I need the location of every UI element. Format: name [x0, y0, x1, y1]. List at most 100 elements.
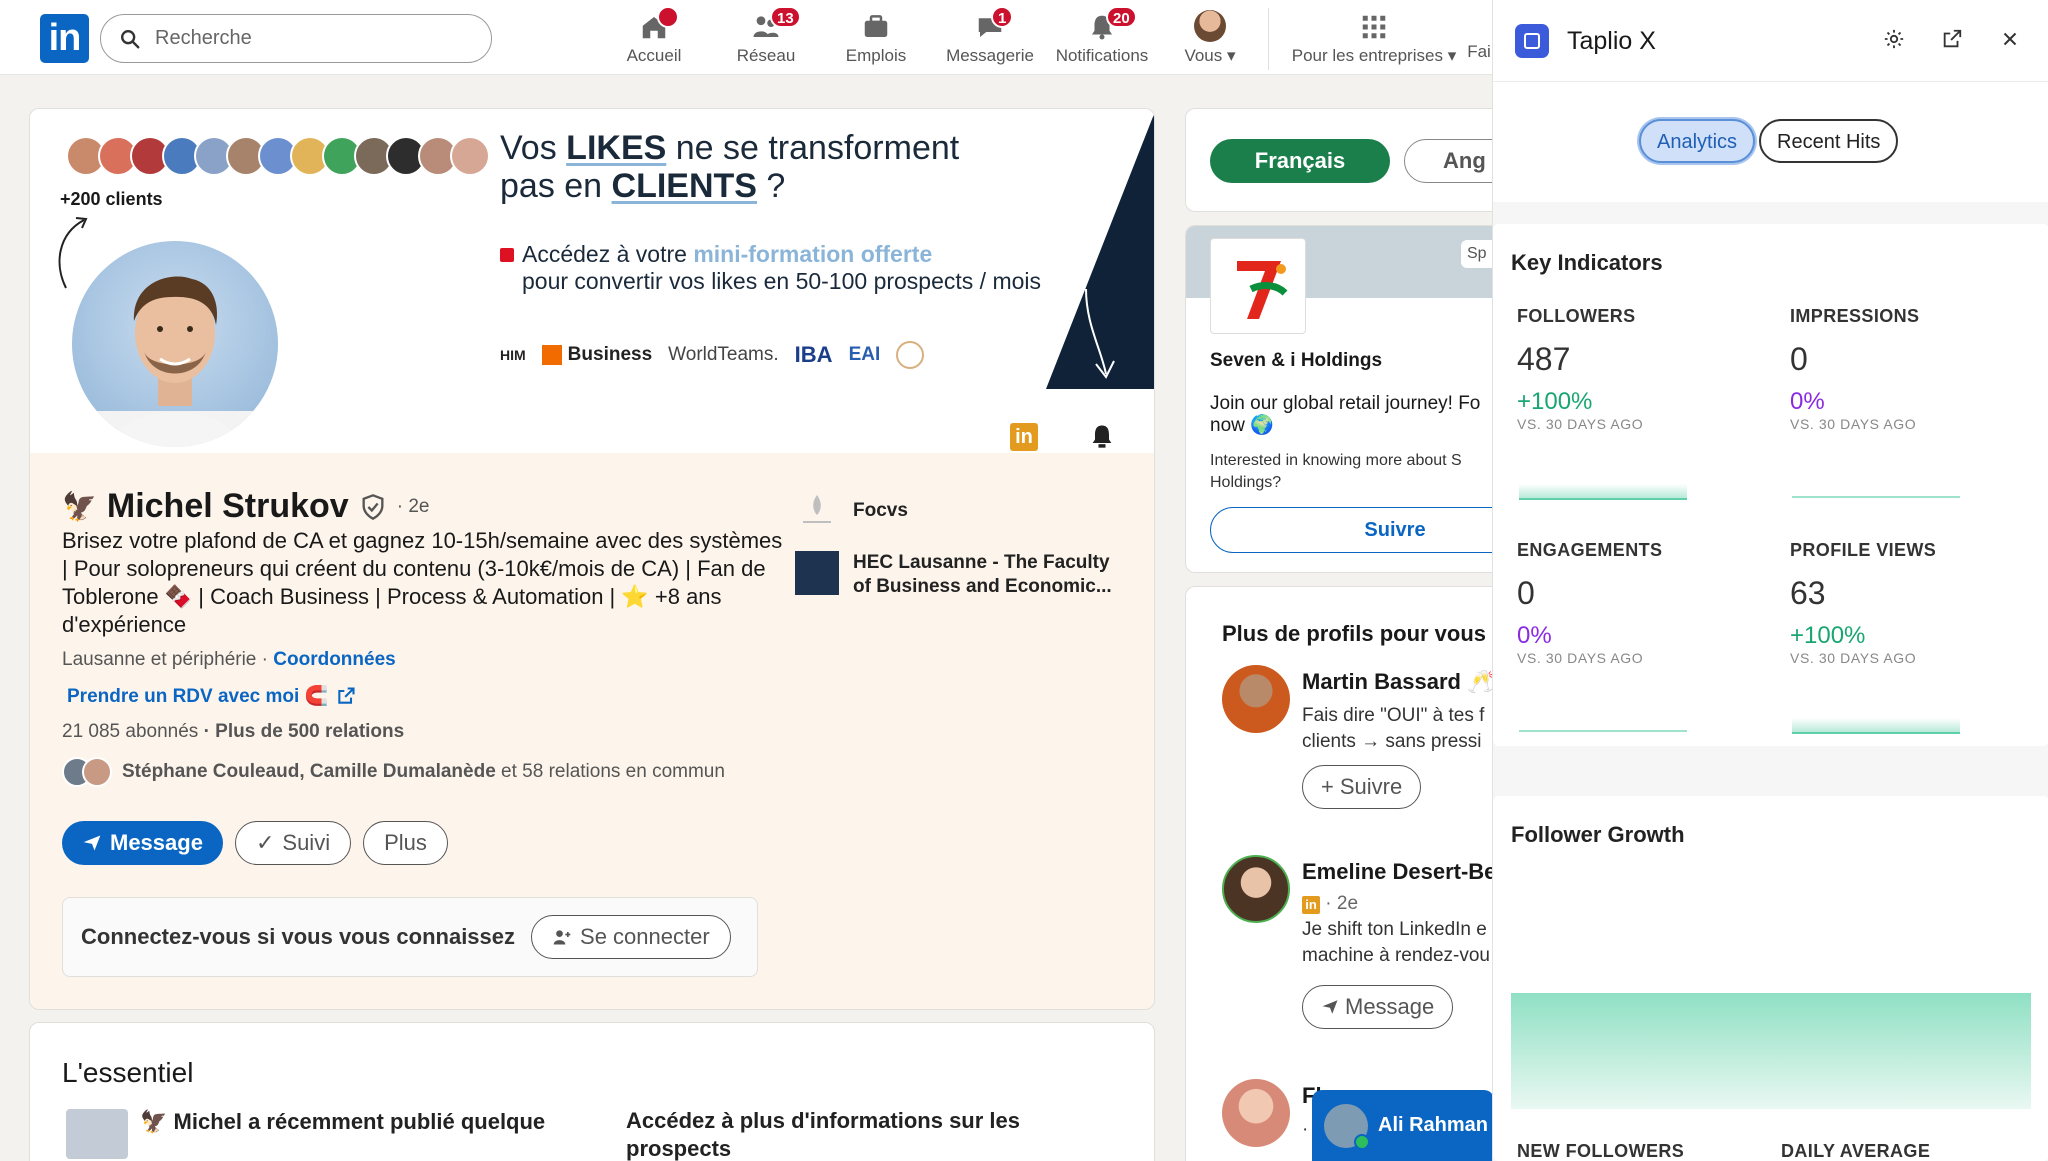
client-avatars: [66, 136, 490, 176]
network-badge: 13: [770, 6, 801, 28]
check-icon: ✓: [255, 830, 275, 855]
recent-post[interactable]: 🦅 Michel a récemment publié quelque: [140, 1109, 545, 1135]
partner-logos: HIM Business WorldTeams. IBA EAI: [500, 341, 925, 369]
nav-label: Fai: [1467, 42, 1491, 61]
seven-i-logo[interactable]: [1210, 238, 1306, 334]
linkedin-small-icon[interactable]: in: [1010, 423, 1038, 451]
chat-bubble[interactable]: Ali Rahman: [1312, 1090, 1494, 1161]
contact-info-link[interactable]: Coordonnées: [273, 649, 395, 670]
search-box[interactable]: [100, 14, 492, 63]
nav-label: Réseau: [736, 46, 796, 65]
profile-name-row: 🦅 Michel Strukov · 2e: [62, 487, 429, 526]
nav-messaging[interactable]: Messagerie 1: [940, 6, 1040, 68]
key-indicators: Key Indicators FOLLOWERS 487 +100% VS. 3…: [1493, 224, 2048, 746]
profile-photo[interactable]: [68, 237, 282, 451]
add-person-icon: [553, 930, 571, 945]
avatar: [1222, 1079, 1290, 1147]
essentials-card: L'essentiel 🦅 Michel a récemment publié …: [29, 1022, 1155, 1161]
post-thumbnail: [66, 1109, 128, 1159]
verified-shield-icon[interactable]: [359, 493, 387, 521]
taplio-logo: [1515, 24, 1549, 58]
nav-label: Vous: [1184, 46, 1223, 65]
avatar: [1194, 10, 1226, 42]
mutual-connections[interactable]: Stéphane Couleaud, Camille Dumalanède et…: [62, 757, 725, 787]
profile-desc: Fais dire "OUI" à tes f clients → sans pr…: [1302, 705, 1485, 752]
more-button[interactable]: Plus: [363, 821, 448, 865]
bell-icon[interactable]: [1088, 421, 1116, 451]
nav-network[interactable]: Réseau 13: [726, 6, 806, 68]
linkedin-logo[interactable]: in: [40, 14, 89, 63]
nav-home[interactable]: Accueil: [616, 6, 692, 68]
profile-desc: ·: [1302, 1119, 1309, 1140]
more-profiles-card: Plus de profils pour vous Martin Bassard…: [1185, 586, 1505, 1161]
followers-count[interactable]: 21 085 abonnés: [62, 721, 198, 742]
nav-me[interactable]: Vous ▾: [1174, 8, 1246, 68]
banner-arrow-graphic: [1046, 114, 1154, 389]
send-icon: [83, 835, 101, 851]
ad-subtext: Interested in knowing more about S Holdin…: [1210, 452, 1462, 491]
external-link-icon[interactable]: [1941, 28, 1963, 50]
avatar: [1222, 665, 1290, 733]
relations-count[interactable]: · Plus de 500 relations: [198, 721, 405, 742]
nav-label: Pour les entreprises: [1291, 46, 1443, 65]
connection-degree: · 2e: [396, 495, 430, 517]
close-icon[interactable]: [1999, 28, 2021, 50]
org-hec[interactable]: HEC Lausanne - The Faculty of Business a…: [795, 551, 1123, 599]
nav-label: Emplois: [845, 46, 907, 65]
section-title: Plus de profils pour vous: [1222, 621, 1487, 646]
rdv-link[interactable]: Prendre un RDV avec moi 🧲: [67, 684, 356, 708]
ad-follow-button[interactable]: Suivre: [1210, 507, 1504, 553]
new-followers-label: NEW FOLLOWERS: [1517, 1141, 1685, 1161]
sparkline: [1792, 718, 1960, 734]
ad-card: Sp Seven & i Holdings Join our global re…: [1185, 225, 1505, 573]
profile-organizations: Focvs HEC Lausanne - The Faculty of Busi…: [795, 489, 1123, 617]
grid-icon: [1362, 15, 1386, 39]
profile-name: Michel Strukov: [106, 487, 349, 525]
profile-banner: +200 clients Vos LIKES ne se transformen…: [30, 109, 1154, 453]
avatar: [1222, 855, 1290, 923]
daily-average-label: DAILY AVERAGE: [1781, 1141, 1931, 1161]
connect-button[interactable]: Se connecter: [531, 915, 731, 959]
eagle-icon: 🦅: [62, 491, 97, 522]
follower-stats: 21 085 abonnés · Plus de 500 relations: [62, 721, 404, 743]
connect-prompt: Connectez-vous si vous vous connaissez S…: [62, 897, 758, 977]
follower-growth: Follower Growth NEW FOLLOWERS DAILY AVER…: [1493, 796, 2048, 1161]
tab-analytics[interactable]: Analytics: [1639, 119, 1756, 163]
external-link-icon: [338, 687, 355, 704]
nav-jobs[interactable]: Emplois: [836, 8, 916, 68]
nav-label: Messagerie: [946, 46, 1034, 65]
search-icon: [121, 29, 140, 48]
briefcase-icon: [864, 15, 888, 37]
lang-french-button[interactable]: Français: [1210, 139, 1390, 183]
tab-recent-hits[interactable]: Recent Hits: [1759, 119, 1899, 163]
lang-english-button[interactable]: Ang: [1404, 139, 1504, 183]
gear-icon[interactable]: [1883, 28, 1905, 50]
org-focvs[interactable]: Focvs: [795, 489, 1123, 533]
avatar: [1324, 1103, 1370, 1150]
nav-label: Notifications: [1055, 46, 1149, 65]
sparkline: [1792, 496, 1960, 498]
send-icon: [1322, 1000, 1338, 1014]
notifications-badge: 20: [1106, 6, 1137, 28]
profile-name: Emeline Desert-Be: [1302, 859, 1497, 884]
metric-engagements: ENGAGEMENTS 0 0% VS. 30 DAYS AGO: [1517, 540, 1717, 732]
caret-down-icon: ▾: [1227, 46, 1236, 65]
profile-headline: Brisez votre plafond de CA et gagnez 10-…: [62, 528, 783, 637]
follow-button[interactable]: + Suivre: [1302, 765, 1422, 809]
profile-location: Lausanne et périphérie · Coordonnées: [62, 649, 396, 670]
nav-notifications[interactable]: Notifications 20: [1050, 6, 1154, 68]
message-button[interactable]: Message: [1302, 985, 1454, 1029]
message-button[interactable]: Message: [62, 821, 223, 865]
ad-company-name[interactable]: Seven & i Holdings: [1210, 350, 1382, 372]
plus-icon: +: [1321, 774, 1334, 799]
banner-offer: Accédez à votre mini-formation offerte p…: [500, 241, 1041, 295]
nav-business[interactable]: Pour les entreprises ▾: [1284, 8, 1464, 68]
nav-premium-truncated[interactable]: Fai: [1466, 42, 1492, 102]
following-button[interactable]: ✓ Suivi: [234, 821, 352, 865]
caret-down-icon: ▾: [1447, 46, 1457, 65]
search-input[interactable]: [155, 27, 455, 50]
banner-headline: Vos LIKES ne se transforment pas en CLIE…: [500, 129, 960, 205]
notification-dot: [657, 6, 679, 28]
section-title: L'essentiel: [62, 1057, 194, 1088]
hec-logo: [795, 551, 839, 595]
